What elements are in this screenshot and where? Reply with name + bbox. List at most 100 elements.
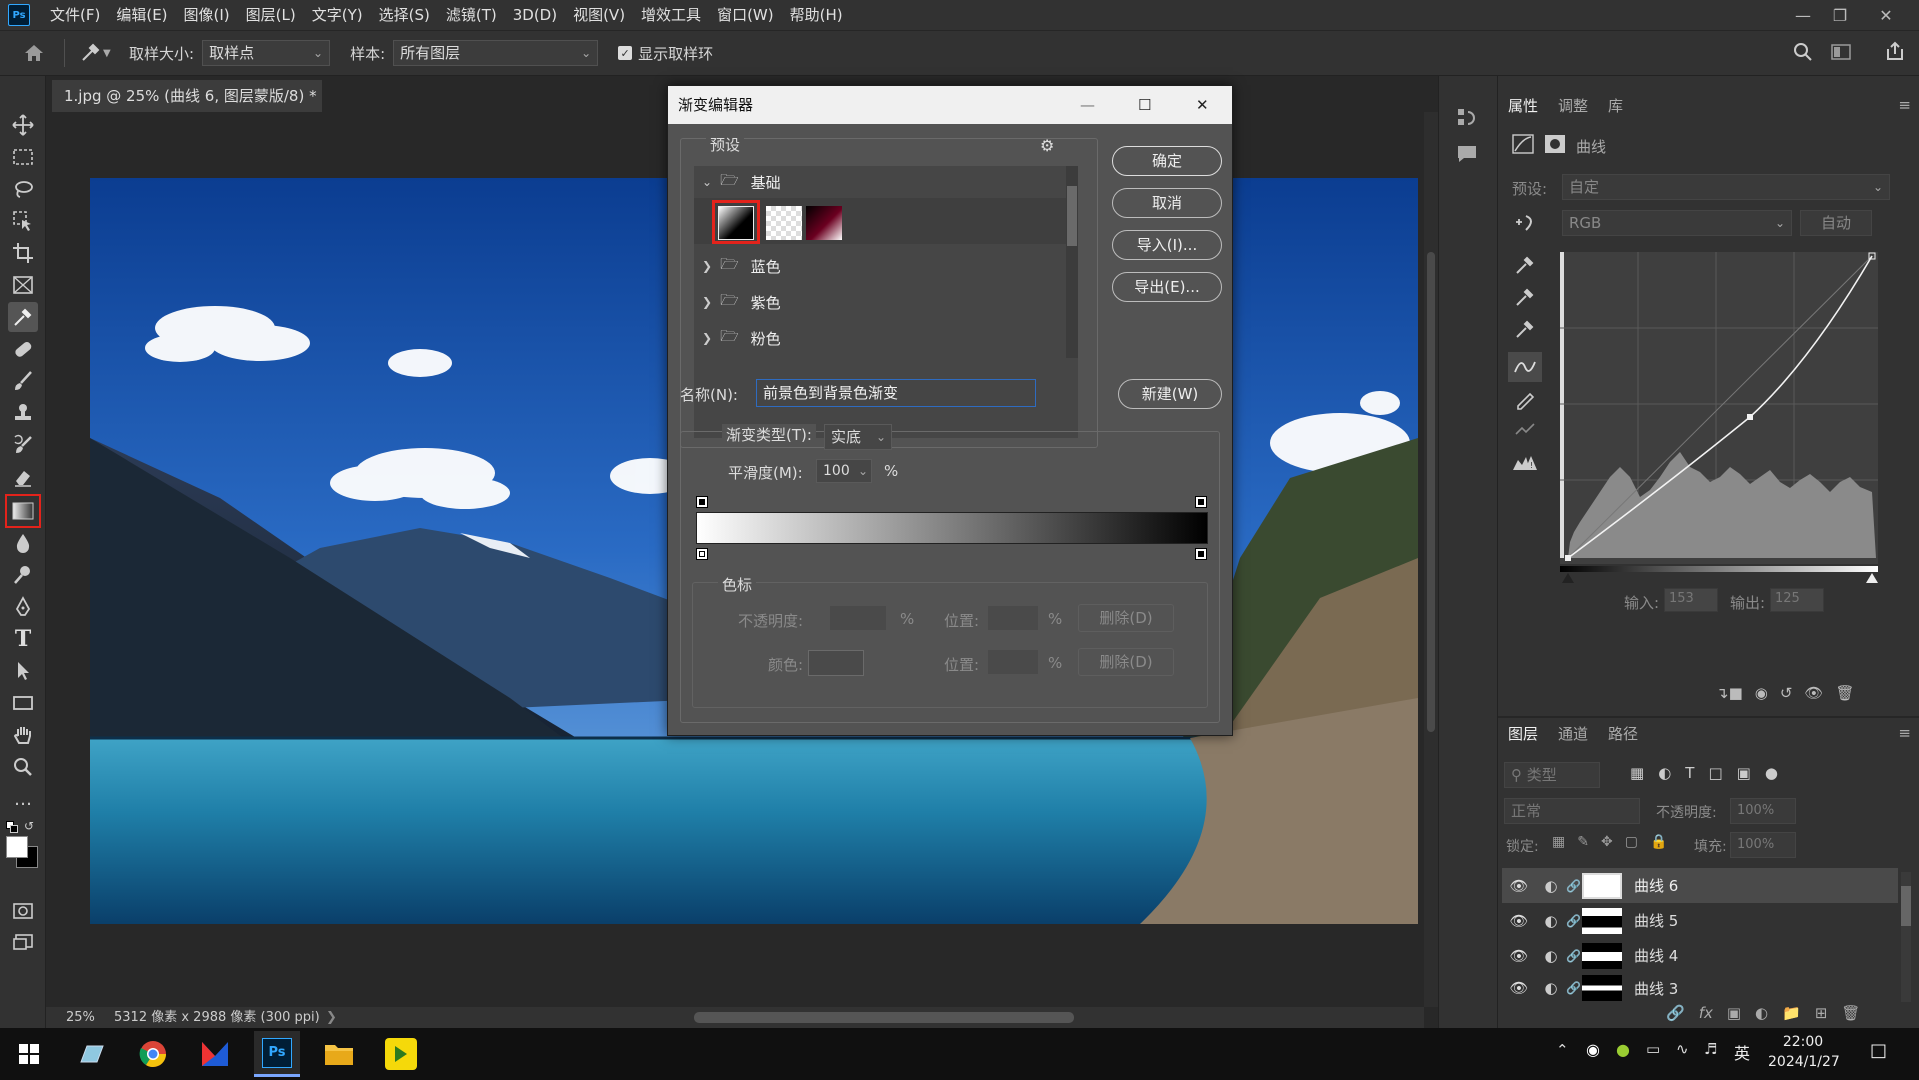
gradient-tool-icon[interactable] xyxy=(5,494,41,528)
auto-button[interactable]: 自动 xyxy=(1800,210,1872,236)
link-layers-icon[interactable]: 🔗 xyxy=(1666,1004,1685,1022)
pencil-curve-icon[interactable] xyxy=(1514,388,1536,414)
minimize-icon[interactable]: — xyxy=(1785,0,1821,30)
color-stop-right[interactable] xyxy=(1195,548,1207,560)
rectangle-tool-icon[interactable] xyxy=(8,688,38,718)
pen-tool-icon[interactable] xyxy=(8,592,38,622)
lock-image-icon[interactable]: ✎ xyxy=(1577,834,1589,850)
windows-start-icon[interactable] xyxy=(6,1031,52,1077)
zoom-tool-icon[interactable] xyxy=(8,752,38,782)
black-slider-handle[interactable] xyxy=(1562,573,1574,583)
transparent-swatch[interactable] xyxy=(766,206,802,240)
photoshop-logo-icon[interactable]: Ps xyxy=(8,4,30,26)
ime-indicator[interactable]: 英 xyxy=(1734,1040,1750,1064)
cancel-button[interactable]: 取消 xyxy=(1112,188,1222,218)
eyedropper-tool-icon[interactable] xyxy=(8,302,38,332)
comment-panel-icon[interactable] xyxy=(1455,142,1479,170)
menu-file[interactable]: 文件(F) xyxy=(42,0,108,30)
filter-shape-icon[interactable]: □ xyxy=(1708,764,1722,782)
layer-style-icon[interactable]: fx xyxy=(1699,1004,1713,1022)
file-explorer-icon[interactable] xyxy=(316,1031,362,1077)
swap-colors-icon[interactable]: ↺ xyxy=(24,819,34,833)
curve-graph[interactable] xyxy=(1560,252,1878,564)
frame-tool-icon[interactable] xyxy=(8,270,38,300)
share-icon[interactable] xyxy=(1884,40,1906,66)
smooth-curve-icon[interactable] xyxy=(1514,420,1536,446)
layer-row[interactable]: 👁 ◐ 🔗 曲线 4 xyxy=(1502,938,1898,973)
fill-field[interactable]: 100% xyxy=(1730,832,1796,858)
restore-icon[interactable]: ❐ xyxy=(1822,0,1858,30)
folder-row[interactable]: ❯ 🗁 紫色 xyxy=(694,286,1066,318)
marquee-tool-icon[interactable] xyxy=(8,142,38,172)
lock-position-icon[interactable]: ✥ xyxy=(1601,834,1613,850)
chevron-right-icon[interactable]: ❯ xyxy=(702,331,712,345)
curve-point-tool-icon[interactable] xyxy=(1508,352,1542,382)
menu-filter[interactable]: 滤镜(T) xyxy=(438,0,505,30)
home-icon[interactable] xyxy=(16,35,52,71)
canvas-horizontal-scrollbar[interactable] xyxy=(694,1012,1074,1023)
history-brush-tool-icon[interactable] xyxy=(8,430,38,460)
delete-color-stop-button[interactable]: 删除(D) xyxy=(1078,648,1174,676)
new-adjustment-icon[interactable]: ◐ xyxy=(1755,1004,1768,1022)
fg-to-bg-swatch[interactable] xyxy=(718,206,754,240)
dialog-close-icon[interactable]: ✕ xyxy=(1196,86,1209,124)
new-button[interactable]: 新建(W) xyxy=(1118,379,1222,409)
eye-icon[interactable]: 👁 xyxy=(1502,947,1536,965)
clipping-warning-icon[interactable]: ! xyxy=(1512,452,1538,476)
chrome-icon[interactable] xyxy=(130,1031,176,1077)
layer-mask-thumbnail[interactable] xyxy=(1582,907,1622,934)
dialog-minimize-icon[interactable]: — xyxy=(1080,86,1095,124)
foreground-color-swatch[interactable] xyxy=(6,836,28,858)
photoshop-taskbar-icon[interactable]: Ps xyxy=(254,1031,300,1077)
export-button[interactable]: 导出(E)... xyxy=(1112,272,1222,302)
document-tab[interactable]: 1.jpg @ 25% (曲线 6, 图层蒙版/8) * ✕ xyxy=(52,80,322,136)
menu-plugins[interactable]: 增效工具 xyxy=(633,0,709,30)
show-ring-checkbox[interactable]: ✓ xyxy=(618,46,633,60)
layer-mask-thumbnail[interactable] xyxy=(1582,975,1622,1001)
brush-tool-icon[interactable] xyxy=(8,366,38,396)
chevron-right-icon[interactable]: ❯ xyxy=(326,1007,337,1028)
hand-tool-icon[interactable] xyxy=(8,720,38,750)
path-select-tool-icon[interactable] xyxy=(8,656,38,686)
search-icon[interactable] xyxy=(1792,41,1814,67)
screen-mode-icon[interactable] xyxy=(8,928,38,958)
eye-icon[interactable]: 👁 xyxy=(1502,912,1536,930)
eyedropper-preset-icon[interactable]: ▼ xyxy=(79,42,119,64)
add-mask-icon[interactable]: ▣ xyxy=(1727,1004,1741,1022)
layer-mask-thumbnail[interactable] xyxy=(1582,872,1622,899)
menu-layer[interactable]: 图层(L) xyxy=(238,0,304,30)
black-point-eyedropper-icon[interactable] xyxy=(1514,254,1536,280)
eye-icon[interactable]: 👁 xyxy=(1502,877,1536,895)
layer-row[interactable]: 👁 ◐ 🔗 曲线 6 xyxy=(1502,868,1898,903)
filter-adjustment-icon[interactable]: ◐ xyxy=(1658,764,1671,782)
ok-button[interactable]: 确定 xyxy=(1112,146,1222,176)
blur-tool-icon[interactable] xyxy=(8,528,38,558)
folder-row[interactable]: ❯ 🗁 蓝色 xyxy=(694,250,1066,282)
filter-smart-object-icon[interactable]: ▣ xyxy=(1737,764,1751,782)
history-panel-icon[interactable] xyxy=(1455,106,1479,134)
filter-type-icon[interactable]: T xyxy=(1685,764,1694,782)
dialog-maximize-icon[interactable]: ☐ xyxy=(1138,86,1151,124)
white-point-eyedropper-icon[interactable] xyxy=(1514,318,1536,344)
color-stop-left[interactable] xyxy=(696,548,708,560)
chevron-right-icon[interactable]: ❯ xyxy=(702,259,712,273)
dark-red-swatch[interactable] xyxy=(806,206,842,240)
app-icon[interactable] xyxy=(68,1031,114,1077)
sample-select[interactable]: 所有图层 ⌄ xyxy=(393,40,599,66)
chain-link-icon[interactable]: 🔗 xyxy=(1566,879,1582,893)
quick-mask-icon[interactable] xyxy=(8,896,38,926)
opacity-stop-left[interactable] xyxy=(696,496,708,508)
tray-security-icon[interactable]: ● xyxy=(1616,1040,1630,1059)
gradient-preview-bar[interactable] xyxy=(696,512,1208,544)
healing-brush-tool-icon[interactable] xyxy=(8,334,38,364)
blend-mode-select[interactable]: 正常 xyxy=(1504,798,1640,824)
close-icon[interactable]: ✕ xyxy=(1868,0,1904,30)
output-value-field[interactable]: 125 xyxy=(1770,588,1824,612)
new-group-icon[interactable]: 📁 xyxy=(1782,1004,1801,1022)
preset-select[interactable]: 自定 ⌄ xyxy=(1562,174,1890,200)
chevron-right-icon[interactable]: ❯ xyxy=(702,295,712,309)
layer-name[interactable]: 曲线 3 xyxy=(1634,978,1678,999)
target-adjust-icon[interactable] xyxy=(1512,212,1538,238)
layer-filter-select[interactable]: ⚲ 类型 xyxy=(1504,762,1600,788)
filter-pixel-icon[interactable]: ▦ xyxy=(1630,764,1644,782)
